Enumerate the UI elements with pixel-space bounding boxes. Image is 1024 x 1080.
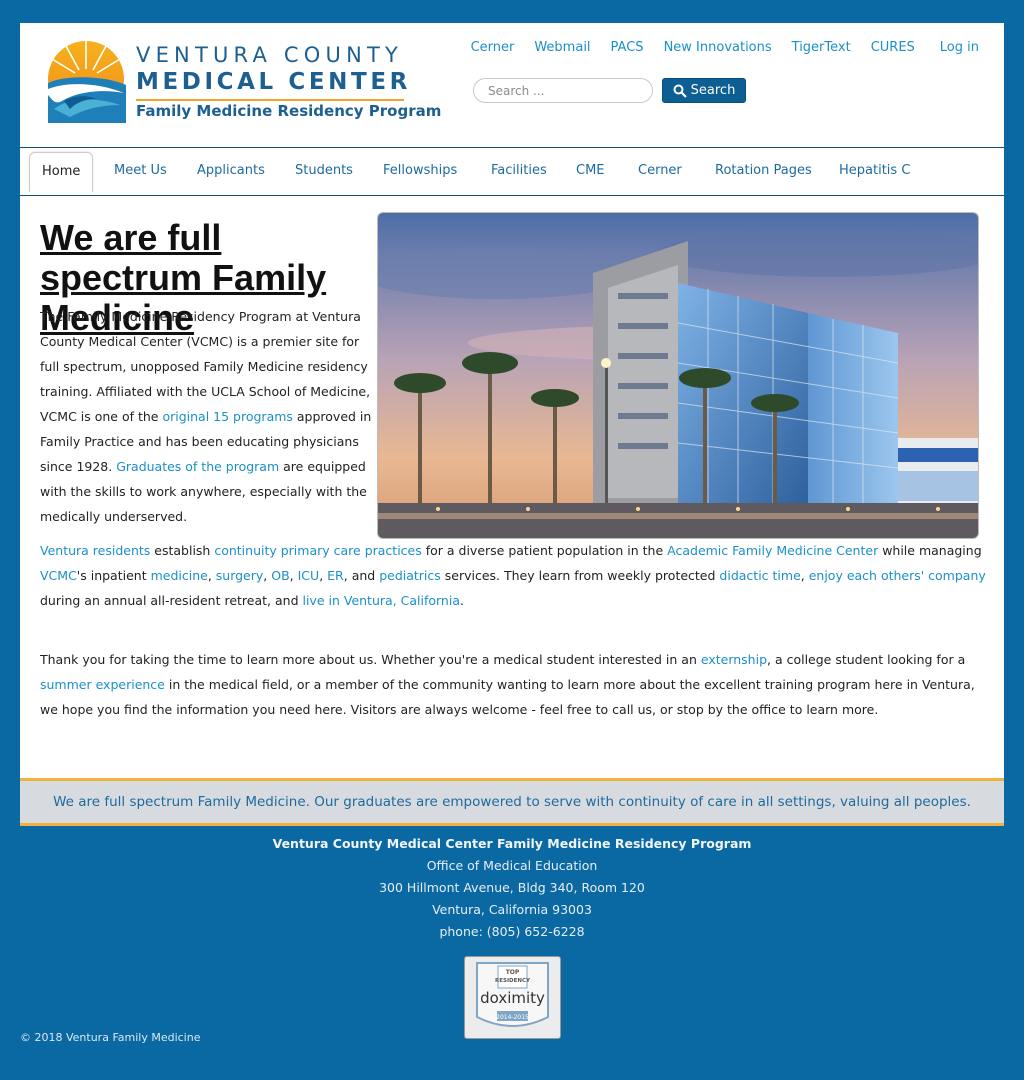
- para-text: ,: [207, 568, 216, 583]
- para-text: 's inpatient: [76, 568, 151, 583]
- doximity-badge[interactable]: TOP RESIDENCY doximity 2014-2015: [464, 956, 561, 1039]
- utility-links: Cerner Webmail PACS New Innovations Tige…: [451, 40, 979, 56]
- nav-meet-us[interactable]: Meet Us: [114, 163, 167, 178]
- toplink-tigertext[interactable]: TigerText: [792, 40, 851, 56]
- nav-fellowships[interactable]: Fellowships: [383, 163, 457, 178]
- footer-title: Ventura County Medical Center Family Med…: [272, 836, 752, 851]
- svg-text:RESIDENCY: RESIDENCY: [495, 978, 531, 984]
- toplink-cerner[interactable]: Cerner: [471, 40, 515, 56]
- nav-hepatitis-c[interactable]: Hepatitis C: [839, 163, 910, 178]
- logo-sun-wave-icon: [48, 41, 126, 123]
- search-input[interactable]: [473, 78, 653, 103]
- nav-applicants[interactable]: Applicants: [197, 163, 265, 178]
- link-vcmc[interactable]: VCMC: [40, 568, 77, 583]
- nav-facilities[interactable]: Facilities: [491, 163, 547, 178]
- link-live-in-ventura[interactable]: live in Ventura, California: [302, 593, 460, 608]
- para-text: Thank you for taking the time to learn m…: [40, 652, 701, 667]
- main-nav: Home Meet Us Applicants Students Fellows…: [20, 147, 1004, 196]
- svg-text:doximity: doximity: [480, 989, 545, 1007]
- para-text: for a diverse patient population in the: [421, 543, 668, 558]
- toplink-pacs[interactable]: PACS: [611, 40, 644, 56]
- site-logo[interactable]: VENTURA COUNTY MEDICAL CENTER Family Med…: [44, 39, 441, 123]
- copyright: © 2018 Ventura Family Medicine: [20, 1031, 201, 1044]
- link-academic-fmc[interactable]: Academic Family Medicine Center: [667, 543, 878, 558]
- link-continuity-practices[interactable]: continuity primary care practices: [214, 543, 421, 558]
- doximity-badge-icon: TOP RESIDENCY doximity 2014-2015: [476, 962, 549, 1027]
- toplink-cures[interactable]: CURES: [871, 40, 915, 56]
- para-text: , and: [343, 568, 380, 583]
- link-icu[interactable]: ICU: [298, 568, 320, 583]
- nav-cme[interactable]: CME: [576, 163, 605, 178]
- link-summer-experience[interactable]: summer experience: [40, 677, 165, 692]
- nav-home[interactable]: Home: [29, 152, 94, 192]
- link-ventura-residents[interactable]: Ventura residents: [40, 543, 150, 558]
- residents-paragraph: Ventura residents establish continuity p…: [40, 538, 988, 613]
- welcome-paragraph: Thank you for taking the time to learn m…: [40, 647, 988, 722]
- para-text: , a college student looking for a: [767, 652, 966, 667]
- hospital-building-photo: [377, 212, 979, 539]
- para-text: ,: [289, 568, 298, 583]
- link-ob[interactable]: OB: [271, 568, 289, 583]
- link-retreat[interactable]: enjoy each others' company: [809, 568, 986, 583]
- link-original-15-programs[interactable]: original 15 programs: [162, 409, 292, 424]
- logo-title-line1: VENTURA COUNTY: [136, 43, 404, 67]
- link-er[interactable]: ER: [327, 568, 344, 583]
- search-button-label: Search: [690, 83, 736, 98]
- para-text: ,: [319, 568, 328, 583]
- toplink-webmail[interactable]: Webmail: [534, 40, 590, 56]
- link-pediatrics[interactable]: pediatrics: [379, 568, 441, 583]
- footer-city: Ventura, California 93003: [432, 902, 592, 917]
- intro-text: The Family Medicine Residency Program at…: [40, 309, 371, 424]
- para-text: ,: [800, 568, 809, 583]
- search-icon: [673, 84, 687, 98]
- link-didactic-time[interactable]: didactic time: [719, 568, 800, 583]
- footer-street: 300 Hillmont Avenue, Bldg 340, Room 120: [379, 880, 645, 895]
- main-content: We are full spectrum Family Medicine The…: [20, 196, 1004, 778]
- svg-text:TOP: TOP: [506, 969, 520, 976]
- para-text: while managing: [878, 543, 982, 558]
- para-text: establish: [150, 543, 215, 558]
- link-medicine[interactable]: medicine: [151, 568, 208, 583]
- nav-cerner[interactable]: Cerner: [638, 163, 682, 178]
- footer-office: Office of Medical Education: [426, 858, 598, 873]
- svg-text:2014-2015: 2014-2015: [496, 1014, 529, 1021]
- logo-title-line2: MEDICAL CENTER: [136, 69, 411, 95]
- nav-students[interactable]: Students: [295, 163, 353, 178]
- logo-divider: [136, 99, 404, 101]
- link-graduates[interactable]: Graduates of the program: [116, 459, 279, 474]
- link-surgery[interactable]: surgery: [216, 568, 264, 583]
- nav-rotation-pages[interactable]: Rotation Pages: [715, 163, 812, 178]
- para-text: .: [459, 593, 464, 608]
- toplink-new-innovations[interactable]: New Innovations: [664, 40, 772, 56]
- logo-subtitle: Family Medicine Residency Program: [136, 102, 442, 120]
- link-externship[interactable]: externship: [701, 652, 767, 667]
- search-button[interactable]: Search: [662, 78, 746, 103]
- mission-banner: We are full spectrum Family Medicine. Ou…: [20, 778, 1004, 826]
- para-text: services. They learn from weekly protect…: [440, 568, 720, 583]
- login-link[interactable]: Log in: [940, 40, 979, 56]
- footer-phone: phone: (805) 652-6228: [439, 924, 585, 939]
- site-header: VENTURA COUNTY MEDICAL CENTER Family Med…: [20, 23, 1004, 147]
- para-text: during an annual all-resident retreat, a…: [40, 593, 303, 608]
- footer-address: Ventura County Medical Center Family Med…: [0, 833, 1024, 943]
- intro-paragraph: The Family Medicine Residency Program at…: [40, 304, 375, 529]
- para-text: in the medical field, or a member of the…: [40, 677, 975, 717]
